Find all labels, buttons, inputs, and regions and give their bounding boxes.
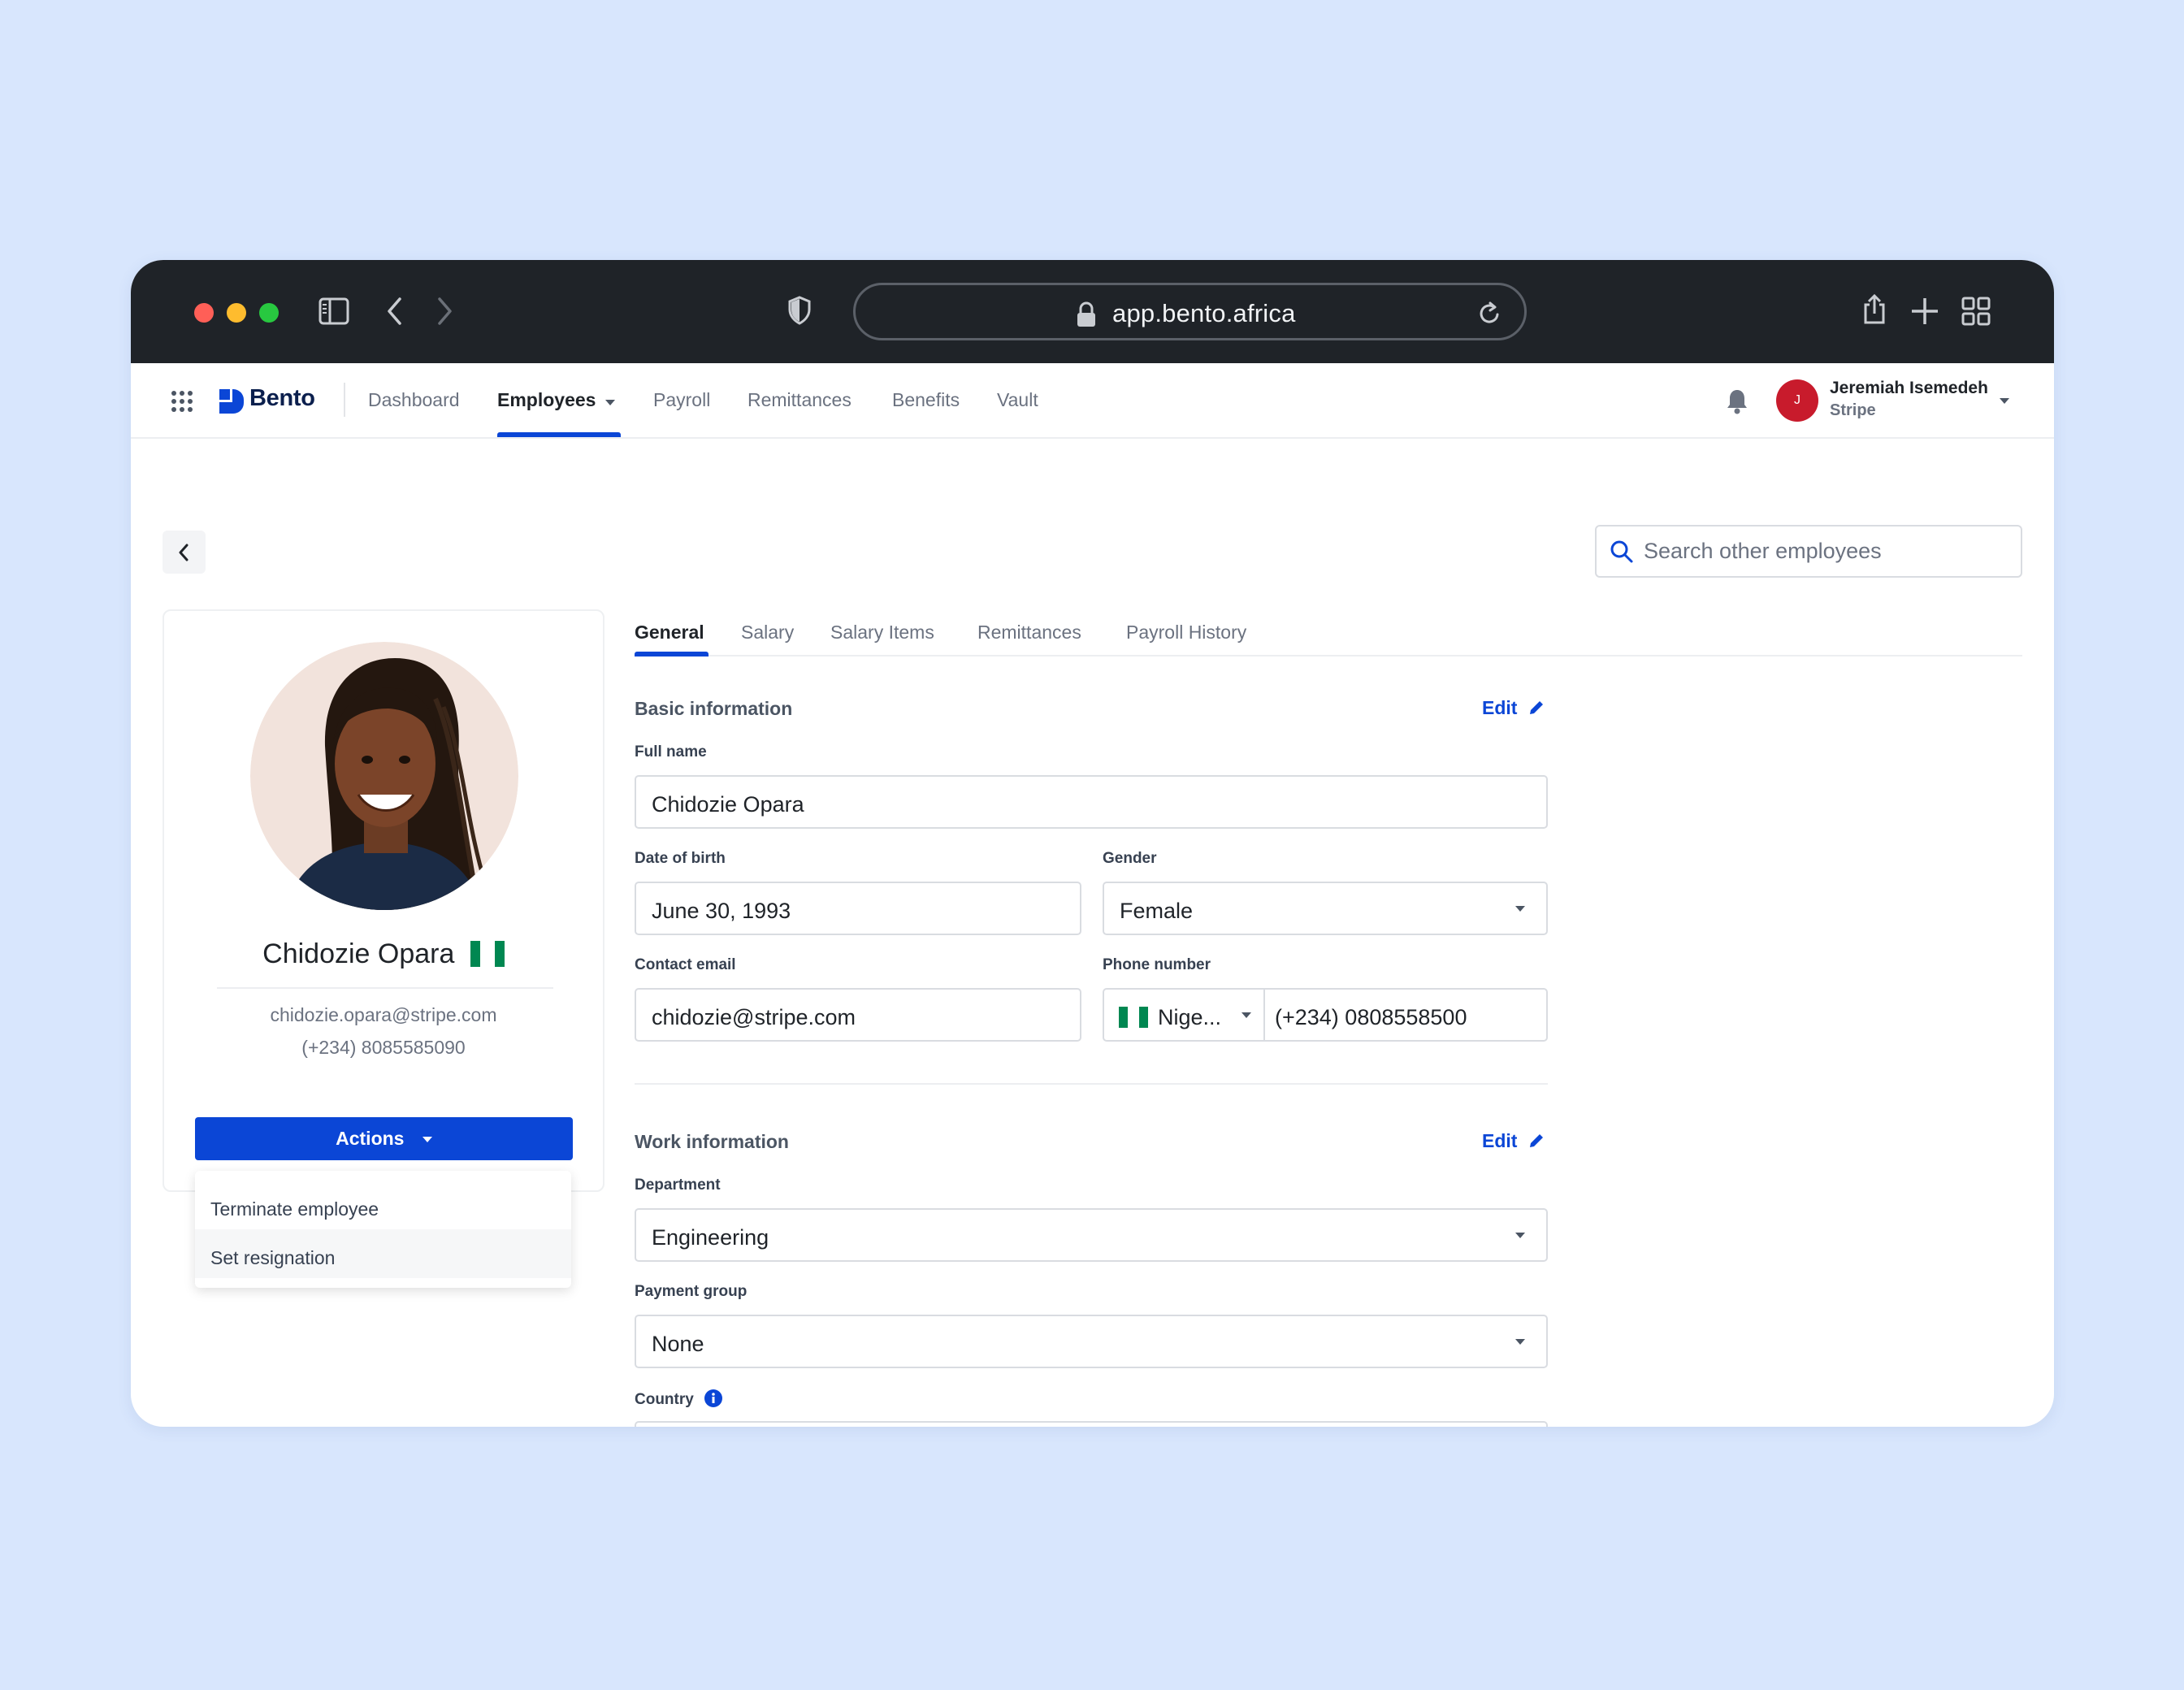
tab-salary-items[interactable]: Salary Items	[830, 622, 934, 644]
pencil-icon	[1529, 1134, 1543, 1147]
menu-item-terminate-employee[interactable]: Terminate employee	[195, 1181, 571, 1229]
employee-name-row: Chidozie Opara	[164, 938, 603, 970]
nav-remittances[interactable]: Remittances	[748, 389, 852, 411]
actions-button[interactable]: Actions	[195, 1117, 573, 1160]
nigeria-flag-icon	[1119, 1007, 1148, 1028]
tab-remittances[interactable]: Remittances	[977, 622, 1081, 644]
user-avatar[interactable]: J	[1776, 379, 1818, 422]
gender-select[interactable]: Female	[1103, 882, 1548, 935]
url-text: app.bento.africa	[1112, 299, 1296, 327]
tab-general[interactable]: General	[635, 622, 704, 644]
employee-phone: (+234) 8085585090	[301, 1037, 466, 1058]
tab-active-indicator	[635, 652, 708, 656]
share-icon[interactable]	[1861, 293, 1887, 326]
nav-divider	[344, 383, 345, 417]
section-divider	[635, 1083, 1548, 1085]
work-edit-label: Edit	[1482, 1130, 1518, 1151]
nav-active-indicator	[497, 432, 621, 437]
employee-tabs: General Salary Salary Items Remittances …	[635, 605, 2022, 656]
bento-logo-icon[interactable]	[217, 387, 246, 416]
maximize-window-button[interactable]	[259, 303, 279, 323]
nav-benefits[interactable]: Benefits	[892, 389, 960, 411]
address-bar[interactable]: app.bento.africa	[853, 283, 1527, 340]
phone-country-value: Nige...	[1158, 1005, 1222, 1029]
contact-email-field[interactable]: chidozie@stripe.com	[635, 988, 1081, 1042]
app-grid-icon[interactable]	[171, 390, 193, 413]
phone-country-chevron-down-icon	[1242, 1012, 1251, 1018]
privacy-shield-icon[interactable]	[787, 296, 812, 325]
nav-payroll[interactable]: Payroll	[653, 389, 710, 411]
dob-field[interactable]: June 30, 1993	[635, 882, 1081, 935]
country-label: Country	[635, 1389, 723, 1409]
close-window-button[interactable]	[194, 303, 214, 323]
back-button[interactable]	[162, 531, 206, 574]
payment-group-label: Payment group	[635, 1283, 748, 1300]
phone-number-label: Phone number	[1103, 956, 1211, 973]
basic-edit-link[interactable]: Edit	[1482, 697, 1545, 719]
notification-bell-icon[interactable]	[1725, 388, 1749, 415]
employee-profile-card: Chidozie Opara chidozie.opara@stripe.com…	[162, 609, 604, 1192]
department-label: Department	[635, 1176, 721, 1194]
payment-group-value: None	[652, 1332, 704, 1356]
actions-label: Actions	[336, 1128, 405, 1149]
brand-name[interactable]: Bento	[249, 385, 315, 412]
lock-icon	[1077, 301, 1095, 327]
search-input[interactable]	[1644, 526, 2009, 576]
chevron-left-icon	[179, 544, 188, 561]
tab-salary[interactable]: Salary	[741, 622, 794, 644]
nav-dashboard[interactable]: Dashboard	[368, 389, 460, 411]
back-arrow-icon[interactable]	[385, 297, 405, 326]
payment-group-chevron-down-icon	[1515, 1339, 1525, 1345]
pencil-icon	[1529, 701, 1543, 714]
employees-chevron-down-icon[interactable]	[605, 400, 615, 405]
user-organization: Stripe	[1830, 401, 1876, 419]
phone-number-field[interactable]: (+234) 0808558500	[1275, 1005, 1467, 1030]
department-select[interactable]: Engineering	[635, 1208, 1548, 1262]
nav-employees[interactable]: Employees	[497, 389, 596, 411]
gender-value: Female	[1120, 899, 1194, 923]
employee-search[interactable]	[1595, 525, 2022, 578]
work-edit-link[interactable]: Edit	[1482, 1130, 1545, 1152]
actions-chevron-down-icon	[422, 1137, 432, 1142]
department-value: Engineering	[652, 1225, 769, 1250]
forward-arrow-icon[interactable]	[435, 297, 454, 326]
info-icon[interactable]	[704, 1389, 723, 1407]
full-name-label: Full name	[635, 743, 707, 760]
dob-label: Date of birth	[635, 850, 726, 867]
basic-information-title: Basic information	[635, 698, 793, 719]
browser-window: app.bento.africa Bento Dashboard Employe…	[131, 260, 2054, 1427]
new-tab-icon[interactable]	[1910, 297, 1939, 326]
nav-vault[interactable]: Vault	[997, 389, 1038, 411]
work-information-title: Work information	[635, 1131, 789, 1152]
sidebar-toggle-icon[interactable]	[318, 297, 349, 325]
tab-payroll-history[interactable]: Payroll History	[1126, 622, 1246, 644]
employee-photo	[250, 642, 518, 910]
user-menu-chevron-down-icon[interactable]	[2000, 398, 2009, 404]
employee-name: Chidozie Opara	[262, 938, 455, 969]
browser-toolbar: app.bento.africa	[131, 260, 2054, 363]
country-label-text: Country	[635, 1391, 694, 1408]
country-select[interactable]	[635, 1421, 1548, 1427]
user-name[interactable]: Jeremiah Isemedeh	[1830, 379, 1988, 398]
gender-chevron-down-icon	[1515, 906, 1525, 912]
payment-group-select[interactable]: None	[635, 1315, 1548, 1368]
department-chevron-down-icon	[1515, 1233, 1525, 1238]
phone-country-select[interactable]: Nige...	[1104, 990, 1265, 1040]
menu-item-set-resignation[interactable]: Set resignation	[195, 1229, 571, 1278]
tab-overview-icon[interactable]	[1961, 297, 1991, 326]
gender-label: Gender	[1103, 850, 1157, 867]
actions-menu: Terminate employee Set resignation	[195, 1171, 571, 1288]
nigeria-flag-icon	[470, 941, 505, 967]
reload-icon[interactable]	[1477, 300, 1502, 326]
contact-email-label: Contact email	[635, 956, 736, 973]
profile-divider	[217, 987, 553, 989]
minimize-window-button[interactable]	[227, 303, 246, 323]
search-icon	[1610, 540, 1633, 563]
full-name-field[interactable]: Chidozie Opara	[635, 775, 1548, 829]
phone-number-input-group: Nige... (+234) 0808558500	[1103, 988, 1548, 1042]
app-navbar: Bento Dashboard Employees Payroll Remitt…	[131, 363, 2054, 439]
employee-email: chidozie.opara@stripe.com	[270, 1004, 497, 1025]
basic-edit-label: Edit	[1482, 697, 1518, 718]
